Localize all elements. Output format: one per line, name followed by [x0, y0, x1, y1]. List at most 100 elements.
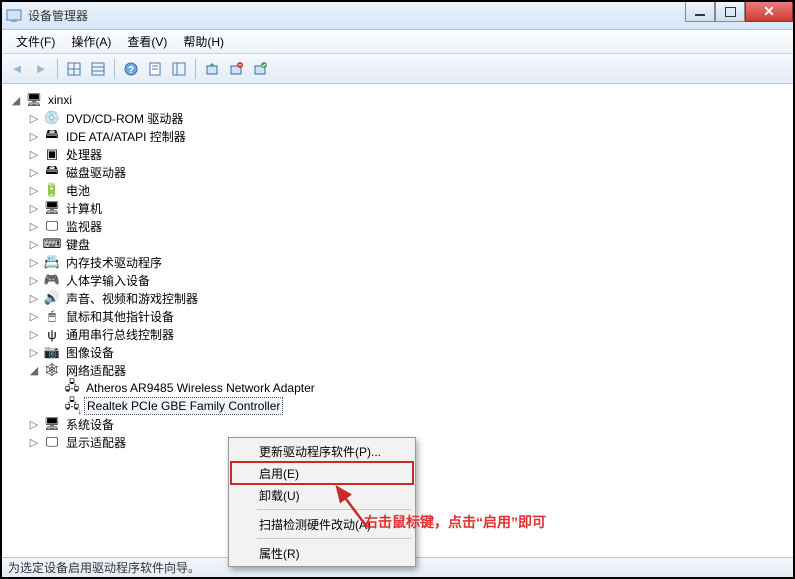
- net-adapter-icon: 🖧: [64, 380, 80, 396]
- window-controls: ✕: [685, 2, 793, 22]
- expand-icon[interactable]: ▷: [28, 166, 40, 179]
- app-icon: [6, 8, 22, 24]
- close-button[interactable]: ✕: [745, 2, 793, 22]
- category-icon: 📇: [44, 254, 60, 270]
- menu-view[interactable]: 查看(V): [119, 30, 175, 53]
- device-manager-window: 设备管理器 ✕ 文件(F) 操作(A) 查看(V) 帮助(H) ◄ ► ? ◢ …: [0, 0, 795, 579]
- category-label: 键盘: [64, 235, 92, 254]
- category-icon: 🖴: [44, 128, 60, 144]
- category-icon: 🔊: [44, 290, 60, 306]
- expand-icon[interactable]: ▷: [28, 184, 40, 197]
- category-icon: 🔋: [44, 182, 60, 198]
- expand-icon[interactable]: ▷: [28, 238, 40, 251]
- category-icon: ψ: [44, 326, 60, 342]
- update-driver-button[interactable]: [201, 58, 223, 80]
- category-item[interactable]: ▷🖥计算机: [4, 199, 791, 217]
- category-item[interactable]: ▷ 📷图像设备: [4, 343, 791, 361]
- view-list-button[interactable]: [87, 58, 109, 80]
- expand-icon[interactable]: ▷: [28, 418, 40, 431]
- category-item[interactable]: ▷ 🔋电池: [4, 181, 791, 199]
- context-menu: 更新驱动程序软件(P)...启用(E)卸载(U)扫描检测硬件改动(A)属性(R): [228, 437, 416, 567]
- collapse-icon[interactable]: ◢: [28, 364, 40, 377]
- root-label: xinxi: [46, 92, 74, 108]
- uninstall-button[interactable]: [225, 58, 247, 80]
- category-icon: 🖵: [44, 434, 60, 450]
- expand-icon[interactable]: ▷: [28, 130, 40, 143]
- device-item-selected[interactable]: 🖧 Realtek PCIe GBE Family Controller: [4, 397, 791, 415]
- minimize-button[interactable]: [685, 2, 715, 22]
- category-item[interactable]: ▷ ⌨键盘: [4, 235, 791, 253]
- category-label: 图像设备: [64, 343, 116, 362]
- category-item[interactable]: ▷ 📇内存技术驱动程序: [4, 253, 791, 271]
- expand-icon[interactable]: ▷: [28, 436, 40, 449]
- category-item[interactable]: ▷🖴IDE ATA/ATAPI 控制器: [4, 127, 791, 145]
- help-button[interactable]: ?: [120, 58, 142, 80]
- category-network[interactable]: ◢ 🕸 网络适配器: [4, 361, 791, 379]
- menu-action[interactable]: 操作(A): [63, 30, 119, 53]
- forward-button: ►: [30, 58, 52, 80]
- category-item[interactable]: ▷ ψ通用串行总线控制器: [4, 325, 791, 343]
- svg-text:?: ?: [128, 65, 134, 76]
- category-icon: 🖥: [44, 416, 60, 432]
- computer-icon: 🖥: [26, 92, 42, 108]
- toolbar-separator: [195, 59, 196, 79]
- device-item[interactable]: 🖧 Atheros AR9485 Wireless Network Adapte…: [4, 379, 791, 397]
- category-icon: ⌨: [44, 236, 60, 252]
- category-label: 处理器: [64, 145, 104, 164]
- window-title: 设备管理器: [28, 7, 88, 24]
- expand-icon[interactable]: ▷: [28, 202, 40, 215]
- toolbar-separator: [114, 59, 115, 79]
- category-label: 内存技术驱动程序: [64, 253, 164, 272]
- expand-icon[interactable]: ▷: [28, 292, 40, 305]
- expand-icon[interactable]: ▷: [28, 346, 40, 359]
- properties-button[interactable]: [144, 58, 166, 80]
- category-icon: 🖴: [44, 164, 60, 180]
- net-adapter-icon: 🖧: [64, 398, 80, 414]
- category-item[interactable]: ▷💿DVD/CD-ROM 驱动器: [4, 109, 791, 127]
- expand-icon[interactable]: ▷: [28, 220, 40, 233]
- category-icon: 🖥: [44, 200, 60, 216]
- enable-button[interactable]: [249, 58, 271, 80]
- context-menu-item[interactable]: 启用(E): [231, 462, 413, 484]
- category-icon: 🖵: [44, 218, 60, 234]
- category-icon: 🎮: [44, 272, 60, 288]
- maximize-button[interactable]: [715, 2, 745, 22]
- category-label: 显示适配器: [64, 433, 128, 452]
- category-icon: 🖱: [44, 308, 60, 324]
- category-item[interactable]: ▷🖴磁盘驱动器: [4, 163, 791, 181]
- tree-root[interactable]: ◢ 🖥 xinxi: [4, 91, 791, 109]
- category-item[interactable]: ▷🔊声音、视频和游戏控制器: [4, 289, 791, 307]
- status-text: 为选定设备启用驱动程序软件向导。: [8, 559, 200, 576]
- titlebar[interactable]: 设备管理器 ✕: [2, 2, 793, 30]
- context-menu-item[interactable]: 更新驱动程序软件(P)...: [231, 440, 413, 462]
- menubar: 文件(F) 操作(A) 查看(V) 帮助(H): [2, 30, 793, 54]
- device-label: Atheros AR9485 Wireless Network Adapter: [84, 380, 317, 396]
- category-item[interactable]: ▷🖱鼠标和其他指针设备: [4, 307, 791, 325]
- category-icon: ▣: [44, 146, 60, 162]
- collapse-icon[interactable]: ◢: [10, 94, 22, 107]
- expand-icon[interactable]: ▷: [28, 112, 40, 125]
- toolbar-separator: [57, 59, 58, 79]
- category-label: 电池: [64, 181, 92, 200]
- category-icon: 📷: [44, 344, 60, 360]
- context-menu-item[interactable]: 卸载(U): [231, 484, 413, 506]
- category-item[interactable]: ▷🎮人体学输入设备: [4, 271, 791, 289]
- expand-icon[interactable]: ▷: [28, 256, 40, 269]
- view-grid-button[interactable]: [63, 58, 85, 80]
- expand-icon[interactable]: ▷: [28, 148, 40, 161]
- category-label: 系统设备: [64, 415, 116, 434]
- tree-button[interactable]: [168, 58, 190, 80]
- device-label: Realtek PCIe GBE Family Controller: [84, 397, 283, 415]
- context-menu-separator: [257, 509, 411, 510]
- context-menu-item[interactable]: 属性(R): [231, 542, 413, 564]
- category-label: 通用串行总线控制器: [64, 325, 176, 344]
- category-item[interactable]: ▷ 🖥系统设备: [4, 415, 791, 433]
- expand-icon[interactable]: ▷: [28, 328, 40, 341]
- menu-file[interactable]: 文件(F): [8, 30, 63, 53]
- menu-help[interactable]: 帮助(H): [175, 30, 232, 53]
- expand-icon[interactable]: ▷: [28, 310, 40, 323]
- category-icon: 💿: [44, 110, 60, 126]
- expand-icon[interactable]: ▷: [28, 274, 40, 287]
- category-item[interactable]: ▷ ▣处理器: [4, 145, 791, 163]
- category-item[interactable]: ▷🖵监视器: [4, 217, 791, 235]
